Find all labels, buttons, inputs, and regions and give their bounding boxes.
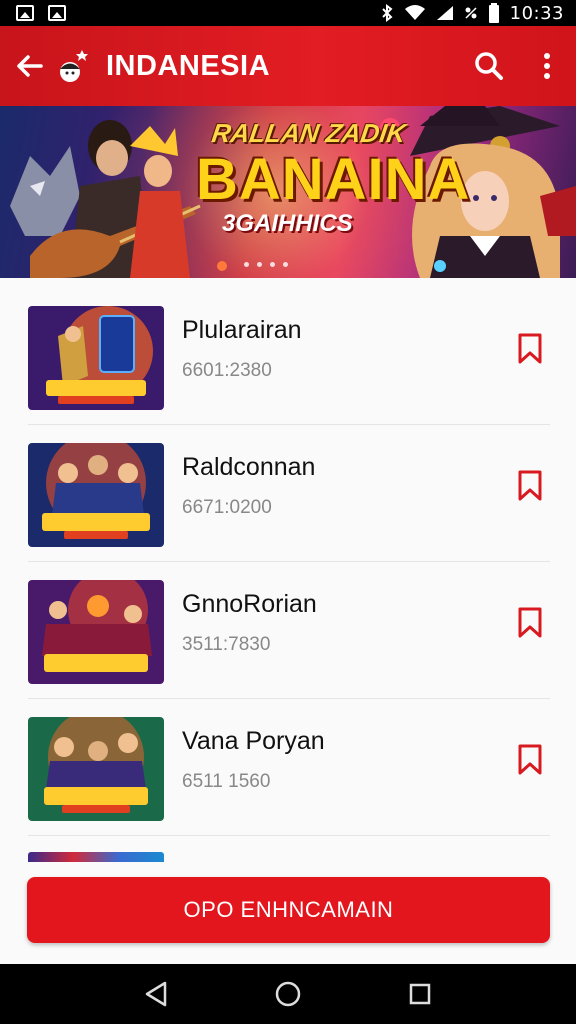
- triangle-back-icon: [145, 981, 167, 1007]
- bookmark-button[interactable]: [516, 332, 544, 366]
- wifi-icon: [404, 5, 425, 20]
- bookmark-icon: [518, 744, 542, 775]
- notification-icons: [16, 5, 66, 21]
- app-screen: 10:33 INDANESIA RALLAN ZADIK BANAINA 3GA…: [0, 0, 576, 1024]
- status-bar: 10:33: [0, 0, 576, 26]
- search-button[interactable]: [460, 26, 518, 106]
- item-meta: 6671:0200: [182, 497, 272, 518]
- game-thumbnail: [28, 306, 164, 410]
- item-title: Raldconnan: [182, 453, 316, 481]
- battery-icon: [488, 3, 499, 23]
- pager-dot: [257, 262, 262, 267]
- image-notification-icon: [48, 5, 66, 21]
- bookmark-button[interactable]: [516, 606, 544, 640]
- banner-pager-dots: [244, 262, 288, 267]
- system-navigation-bar: [0, 964, 576, 1024]
- game-list: Plularairan 6601:2380 Raldconnan 6671:02…: [28, 288, 550, 836]
- app-bar: INDANESIA: [0, 26, 576, 106]
- search-icon: [475, 52, 503, 80]
- game-thumbnail: [28, 443, 164, 547]
- list-item[interactable]: Vana Poryan 6511 1560: [28, 699, 550, 836]
- pager-dot: [270, 262, 275, 267]
- banner-tagline: RALLAN ZADIK: [209, 118, 408, 148]
- item-title: Vana Poryan: [182, 727, 325, 755]
- list-item[interactable]: Plularairan 6601:2380: [28, 288, 550, 425]
- mascot-logo-icon: [60, 50, 88, 82]
- item-meta: 6601:2380: [182, 360, 272, 381]
- list-item[interactable]: Raldconnan 6671:0200: [28, 425, 550, 562]
- nav-recents-button[interactable]: [400, 974, 440, 1014]
- bookmark-icon: [518, 470, 542, 501]
- game-thumbnail: [28, 717, 164, 821]
- back-arrow-icon: [17, 55, 43, 77]
- nav-back-button[interactable]: [136, 974, 176, 1014]
- banner-subtitle: 3GAIHHICS: [222, 210, 353, 237]
- game-artwork-icon: [28, 717, 164, 821]
- featured-banner[interactable]: RALLAN ZADIK BANAINA 3GAIHHICS: [0, 106, 576, 278]
- game-artwork-icon: [28, 580, 164, 684]
- bookmark-button[interactable]: [516, 743, 544, 777]
- item-title: Plularairan: [182, 316, 302, 344]
- list-item[interactable]: GnnoRorian 3511:7830: [28, 562, 550, 699]
- system-icons: 10:33: [380, 3, 564, 24]
- nav-home-button[interactable]: [268, 974, 308, 1014]
- signal-icon: [436, 6, 453, 20]
- page-title: INDANESIA: [106, 49, 271, 82]
- item-title: GnnoRorian: [182, 590, 317, 618]
- game-artwork-icon: [28, 306, 164, 410]
- game-thumbnail: [28, 580, 164, 684]
- bookmark-icon: [518, 333, 542, 364]
- pager-dot: [283, 262, 288, 267]
- more-vert-icon: [544, 53, 550, 79]
- item-meta: 3511:7830: [182, 634, 271, 655]
- app-logo: [50, 42, 98, 90]
- bluetooth-icon: [381, 4, 393, 22]
- bookmark-button[interactable]: [516, 469, 544, 503]
- clock: 10:33: [509, 2, 564, 24]
- partial-list-item-thumbnail: [28, 852, 164, 862]
- no-sim-icon: [465, 7, 477, 19]
- game-artwork-icon: [28, 443, 164, 547]
- bookmark-icon: [518, 607, 542, 638]
- circle-home-icon: [275, 981, 301, 1007]
- square-recents-icon: [409, 983, 431, 1005]
- cta-area: OPO ENHNCAMAIN: [0, 862, 576, 962]
- banner-headline: BANAINA: [196, 147, 471, 212]
- gallery-notification-icon: [16, 5, 34, 21]
- item-meta: 6511 1560: [182, 771, 271, 792]
- primary-action-button[interactable]: OPO ENHNCAMAIN: [27, 877, 550, 943]
- pager-dot: [244, 262, 249, 267]
- overflow-menu-button[interactable]: [518, 26, 576, 106]
